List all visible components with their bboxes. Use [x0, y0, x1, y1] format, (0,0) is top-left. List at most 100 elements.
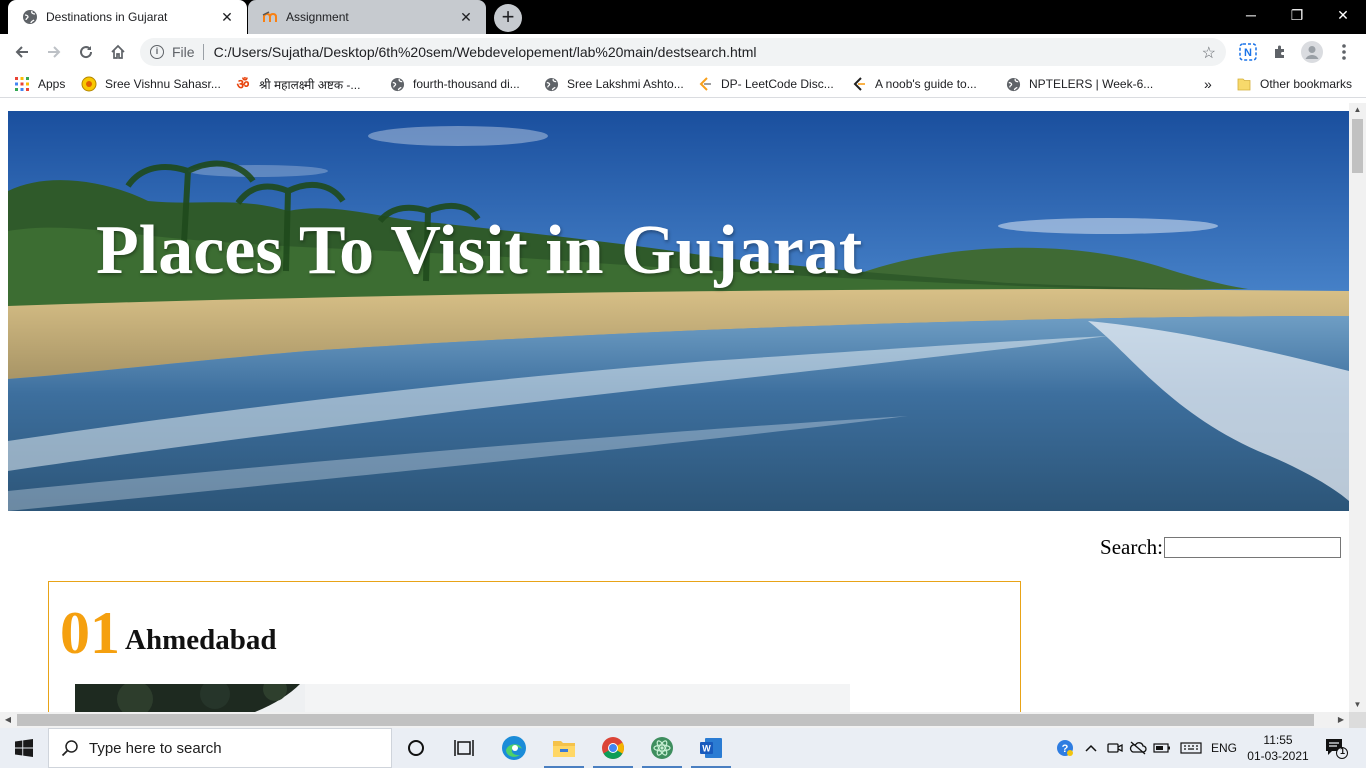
apps-grid-icon	[14, 76, 30, 92]
reload-button[interactable]	[72, 38, 100, 66]
bookmark-lakshmi-ashto[interactable]: Sree Lakshmi Ashto...	[543, 75, 684, 93]
bookmark-label: DP- LeetCode Disc...	[721, 77, 834, 91]
forward-button[interactable]	[40, 38, 68, 66]
windows-taskbar: Type here to search W ? ENG 11:55 01-03-…	[0, 728, 1366, 768]
profile-icon[interactable]	[1300, 40, 1324, 64]
keyboard-icon[interactable]	[1177, 728, 1205, 768]
onedrive-offline-icon[interactable]	[1127, 728, 1149, 768]
sun-icon	[81, 76, 97, 92]
restore-icon[interactable]: ❐	[1274, 0, 1320, 30]
destination-name: Ahmedabad	[125, 624, 277, 656]
globe-icon	[22, 9, 38, 25]
tab-destinations[interactable]: Destinations in Gujarat ✕	[8, 0, 247, 34]
tab-assignment[interactable]: Assignment ✕	[248, 0, 486, 34]
edge-icon[interactable]	[490, 728, 538, 768]
arrow-left-icon	[15, 46, 28, 58]
search-label: Search:	[1100, 535, 1163, 559]
address-bar[interactable]: i File C:/Users/Sujatha/Desktop/6th%20se…	[140, 38, 1226, 66]
browser-toolbar: i File C:/Users/Sujatha/Desktop/6th%20se…	[0, 34, 1366, 70]
destination-number: 01	[60, 600, 120, 666]
window-close-icon[interactable]: ✕	[1320, 0, 1366, 30]
vertical-scrollbar[interactable]: ▲ ▼	[1349, 103, 1366, 712]
close-icon[interactable]: ✕	[219, 9, 235, 25]
leetcode-icon	[851, 76, 867, 92]
bookmarks-overflow-button[interactable]: »	[1204, 75, 1212, 93]
chrome-icon[interactable]	[589, 728, 637, 768]
scroll-thumb[interactable]	[1352, 119, 1363, 173]
chevron-up-icon[interactable]	[1080, 728, 1102, 768]
more-vert-icon[interactable]	[1332, 40, 1356, 64]
globe-icon	[389, 76, 405, 92]
bookmark-fourth-thousand[interactable]: fourth-thousand di...	[389, 75, 520, 93]
bookmark-leetcode-dp[interactable]: DP- LeetCode Disc...	[697, 75, 834, 93]
meet-now-icon[interactable]	[1104, 728, 1126, 768]
start-button[interactable]	[0, 728, 48, 768]
scheme-label: File	[172, 44, 195, 60]
destination-photo	[75, 684, 850, 712]
divider	[202, 44, 204, 60]
windows-icon	[15, 739, 33, 757]
help-icon[interactable]: ?	[1052, 728, 1078, 768]
back-button[interactable]	[8, 38, 36, 66]
overflow-chevron-icon: »	[1204, 76, 1212, 92]
file-explorer-icon[interactable]	[540, 728, 588, 768]
search-input[interactable]	[1164, 537, 1341, 558]
arrow-right-icon	[48, 46, 61, 58]
folder-icon	[1236, 76, 1252, 92]
scroll-left-icon[interactable]: ◀	[0, 712, 16, 728]
bookmark-noob-guide[interactable]: A noob's guide to...	[851, 75, 977, 93]
search-box: Search:	[1100, 535, 1341, 560]
language-indicator[interactable]: ENG	[1208, 728, 1240, 768]
scroll-up-icon[interactable]: ▲	[1349, 103, 1366, 117]
n-extension-icon[interactable]: N	[1236, 40, 1260, 64]
bookmark-mahalakshmi[interactable]: ॐ श्री महालक्ष्मी अष्टक -...	[235, 75, 361, 93]
tab-title: Assignment	[286, 10, 349, 24]
scroll-down-icon[interactable]: ▼	[1349, 698, 1366, 712]
atom-icon[interactable]	[638, 728, 686, 768]
scroll-thumb[interactable]	[17, 714, 1314, 726]
svg-text:W: W	[702, 744, 711, 754]
bookmark-label: NPTELERS | Week-6...	[1029, 77, 1154, 91]
bookmark-label: Other bookmarks	[1260, 77, 1353, 91]
taskbar-search-placeholder: Type here to search	[89, 739, 222, 757]
url-text[interactable]: C:/Users/Sujatha/Desktop/6th%20sem/Webde…	[214, 44, 757, 60]
bookmark-label: A noob's guide to...	[875, 77, 977, 91]
horizontal-scrollbar[interactable]: ◀ ▶	[0, 712, 1349, 728]
tab-strip: Destinations in Gujarat ✕ Assignment ✕ +…	[0, 0, 1366, 34]
bookmark-nptelers[interactable]: NPTELERS | Week-6...	[1005, 75, 1153, 93]
battery-icon[interactable]	[1151, 728, 1173, 768]
bookmark-label: Apps	[38, 77, 66, 91]
tab-title: Destinations in Gujarat	[46, 10, 168, 24]
info-icon[interactable]: i	[150, 45, 164, 59]
globe-icon	[543, 76, 559, 92]
puzzle-icon[interactable]	[1268, 40, 1292, 64]
new-tab-button[interactable]: +	[494, 4, 522, 32]
task-view-icon[interactable]	[440, 728, 488, 768]
word-icon[interactable]: W	[687, 728, 735, 768]
leetcode-icon	[697, 76, 713, 92]
bookmark-vishnu[interactable]: Sree Vishnu Sahasr...	[81, 75, 221, 93]
bookmark-star-icon[interactable]: ☆	[1202, 43, 1216, 63]
notification-badge: 1	[1340, 746, 1346, 756]
svg-text:N: N	[1244, 47, 1252, 59]
bookmark-label: Sree Lakshmi Ashto...	[567, 77, 684, 91]
clock-date: 01-03-2021	[1247, 749, 1309, 763]
taskbar-search[interactable]: Type here to search	[48, 728, 392, 768]
scroll-right-icon[interactable]: ▶	[1333, 712, 1349, 728]
page-title: Places To Visit in Gujarat	[96, 212, 863, 289]
other-bookmarks[interactable]: Other bookmarks	[1236, 75, 1352, 93]
bookmark-label: श्री महालक्ष्मी अष्टक -...	[259, 77, 361, 92]
taskbar-clock[interactable]: 11:55 01-03-2021	[1246, 732, 1310, 764]
notification-button[interactable]: 1	[1318, 728, 1354, 768]
minimize-icon[interactable]: ─	[1228, 0, 1274, 30]
home-icon	[111, 44, 125, 59]
close-icon[interactable]: ✕	[458, 9, 474, 25]
bookmarks-bar: Apps Sree Vishnu Sahasr... ॐ श्री महालक्…	[0, 70, 1366, 98]
cortana-icon[interactable]	[392, 728, 440, 768]
bookmark-apps[interactable]: Apps	[14, 75, 65, 93]
globe-icon	[1005, 76, 1021, 92]
home-button[interactable]	[104, 38, 132, 66]
bookmark-label: fourth-thousand di...	[413, 77, 520, 91]
hero-banner: Places To Visit in Gujarat	[8, 111, 1349, 511]
search-icon	[61, 740, 78, 757]
